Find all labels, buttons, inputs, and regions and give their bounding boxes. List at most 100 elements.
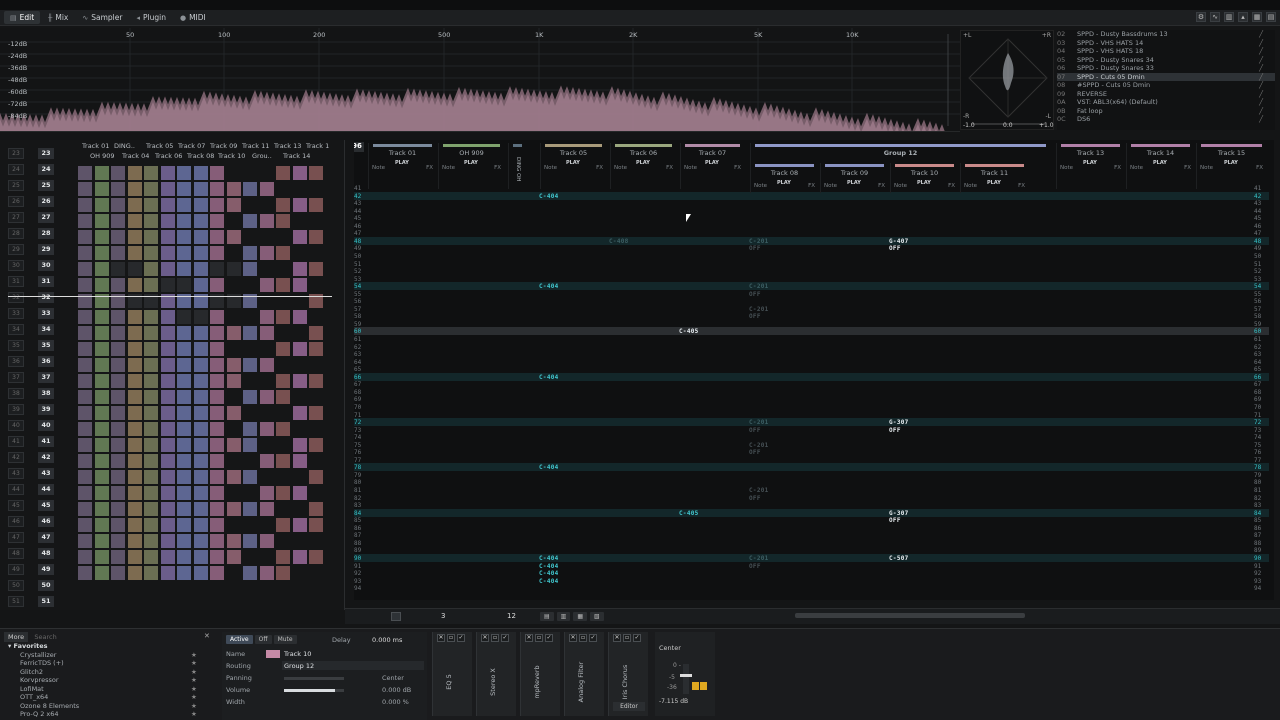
pattern-slot[interactable] — [177, 326, 191, 340]
pattern-slot[interactable] — [94, 550, 109, 564]
pattern-slot[interactable] — [276, 166, 290, 180]
pattern-slot[interactable] — [259, 390, 274, 404]
track-header[interactable]: Track 11 PLAY Note FX — [960, 163, 1028, 193]
pattern-slot[interactable] — [94, 246, 109, 260]
pattern-slot[interactable] — [94, 374, 109, 388]
seq-slot-left[interactable]: 23 — [8, 148, 24, 159]
pattern-slot[interactable] — [177, 502, 191, 516]
pattern-slot[interactable] — [144, 326, 158, 340]
pattern-slot[interactable] — [127, 438, 142, 452]
pattern-slot[interactable] — [78, 326, 92, 340]
pattern-slot[interactable] — [226, 198, 241, 212]
copy-icon[interactable]: ▫ — [623, 634, 631, 642]
edit-icon[interactable]: ╱ — [1259, 56, 1263, 64]
seq-slot-number[interactable]: 29 — [38, 244, 54, 255]
seq-slot-number[interactable]: 36 — [38, 356, 54, 367]
close-icon[interactable]: ✕ — [481, 634, 489, 642]
note-cell[interactable]: C-201 — [749, 555, 769, 562]
instrument-item[interactable]: 07 SPPD - Cuts 05 Dmin ╱ — [1057, 72, 1275, 81]
pattern-slot[interactable] — [309, 230, 323, 244]
track-header[interactable]: Track 13 PLAY Note FX — [1056, 143, 1124, 189]
pattern-slot[interactable] — [177, 390, 191, 404]
pattern-slot[interactable] — [144, 358, 158, 372]
pattern-slot[interactable] — [127, 310, 142, 324]
pattern-slot[interactable] — [94, 518, 109, 532]
pattern-slot[interactable] — [94, 422, 109, 436]
edit-icon[interactable]: ╱ — [1259, 90, 1263, 98]
instrument-item[interactable]: 0B Fat loop ╱ — [1057, 107, 1275, 116]
pattern-slot[interactable] — [292, 374, 307, 388]
seq-slot-number[interactable]: 34 — [38, 324, 54, 335]
pattern-slot[interactable] — [127, 182, 142, 196]
close-icon[interactable]: ✕ — [569, 634, 577, 642]
tab-midi[interactable]: ● MIDI — [174, 11, 212, 24]
settings-icon[interactable]: ⚙ — [1196, 12, 1206, 22]
octave-value[interactable]: 12 — [507, 612, 516, 620]
pattern-slot[interactable] — [259, 246, 274, 260]
pattern-slot[interactable] — [111, 566, 125, 580]
note-cell[interactable]: C-201 — [749, 487, 769, 494]
copy-icon[interactable]: ▫ — [491, 634, 499, 642]
pattern-slot[interactable] — [259, 358, 274, 372]
pattern-slot[interactable] — [94, 262, 109, 276]
seq-slot-left[interactable]: 31 — [8, 276, 24, 287]
pattern-slot[interactable] — [243, 566, 257, 580]
pattern-slot[interactable] — [177, 454, 191, 468]
pattern-slot[interactable] — [111, 278, 125, 292]
seq-slot-number[interactable]: 28 — [38, 228, 54, 239]
pattern-slot[interactable] — [127, 230, 142, 244]
instrument-item[interactable]: 02 SPPD - Dusty Bassdrums 13 ╱ — [1057, 30, 1275, 39]
off-button[interactable]: Off — [254, 635, 272, 644]
pattern-slot[interactable] — [127, 454, 142, 468]
pattern-slot[interactable] — [193, 502, 208, 516]
seq-slot-left[interactable]: 46 — [8, 516, 24, 527]
pattern-slot[interactable] — [243, 470, 257, 484]
pattern-slot[interactable] — [276, 246, 290, 260]
pattern-slot[interactable] — [160, 534, 175, 548]
seq-slot-number[interactable]: 51 — [38, 596, 54, 607]
pattern-slot[interactable] — [78, 550, 92, 564]
pattern-slot[interactable] — [210, 550, 224, 564]
seq-slot-left[interactable]: 50 — [8, 580, 24, 591]
copy-icon[interactable]: ▫ — [579, 634, 587, 642]
pattern-slot[interactable] — [160, 230, 175, 244]
seq-slot-left[interactable]: 35 — [8, 340, 24, 351]
pattern-slot[interactable] — [94, 454, 109, 468]
pattern-slot[interactable] — [127, 166, 142, 180]
pattern-slot[interactable] — [226, 230, 241, 244]
close-icon[interactable]: ✕ — [204, 632, 210, 640]
copy-icon[interactable]: ▫ — [447, 634, 455, 642]
seq-slot-number[interactable]: 37 — [38, 372, 54, 383]
pattern-slot[interactable] — [78, 518, 92, 532]
seq-slot-number[interactable]: 25 — [38, 180, 54, 191]
pattern-slot[interactable] — [292, 550, 307, 564]
editor-button[interactable]: Editor — [613, 702, 645, 711]
pattern-slot[interactable] — [94, 534, 109, 548]
seq-slot-number[interactable]: 48 — [38, 548, 54, 559]
pattern-slot[interactable] — [276, 518, 290, 532]
panning-slider[interactable] — [284, 677, 344, 680]
seq-slot-number[interactable]: 23 — [38, 148, 54, 159]
seq-slot-number[interactable]: 46 — [38, 516, 54, 527]
seq-slot-number[interactable]: 38 — [38, 388, 54, 399]
note-cell[interactable]: C-404 — [539, 555, 559, 562]
pattern-slot[interactable] — [210, 342, 224, 356]
seq-slot-number[interactable]: 33 — [38, 308, 54, 319]
favorite-item[interactable]: Pro-Q 2 x64 ★ — [4, 710, 214, 719]
pattern-slot[interactable] — [193, 278, 208, 292]
pattern-slot[interactable] — [259, 502, 274, 516]
pattern-slot[interactable] — [292, 166, 307, 180]
pattern-slot[interactable] — [127, 246, 142, 260]
favorite-item[interactable]: Ozone 8 Elements ★ — [4, 702, 214, 711]
pattern-slot[interactable] — [193, 390, 208, 404]
pattern-slot[interactable] — [94, 214, 109, 228]
note-cell[interactable]: OFF — [889, 427, 901, 434]
track-header[interactable]: Track 07 PLAY Note FX — [680, 143, 744, 189]
pattern-slot[interactable] — [144, 550, 158, 564]
edit-icon[interactable]: ╱ — [1259, 73, 1263, 81]
pattern-slot[interactable] — [111, 374, 125, 388]
pattern-slot[interactable] — [127, 262, 142, 276]
star-icon[interactable]: ★ — [191, 693, 197, 701]
pattern-slot[interactable] — [144, 486, 158, 500]
up-icon[interactable]: ▴ — [1238, 12, 1248, 22]
